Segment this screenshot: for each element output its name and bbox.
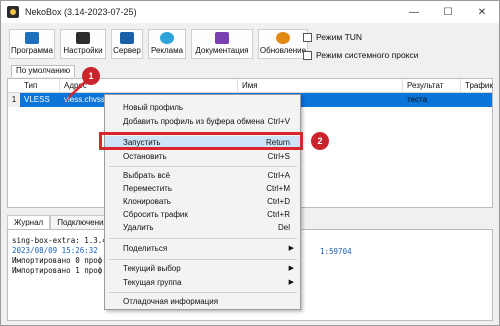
app-window: NekoBox (3.14-2023-07-25) — ☐ ✕ Программ…: [0, 0, 500, 326]
step-badge-2: 2: [311, 132, 329, 150]
annotation-arrow: [64, 80, 87, 102]
step-badge-1: 1: [82, 67, 100, 85]
